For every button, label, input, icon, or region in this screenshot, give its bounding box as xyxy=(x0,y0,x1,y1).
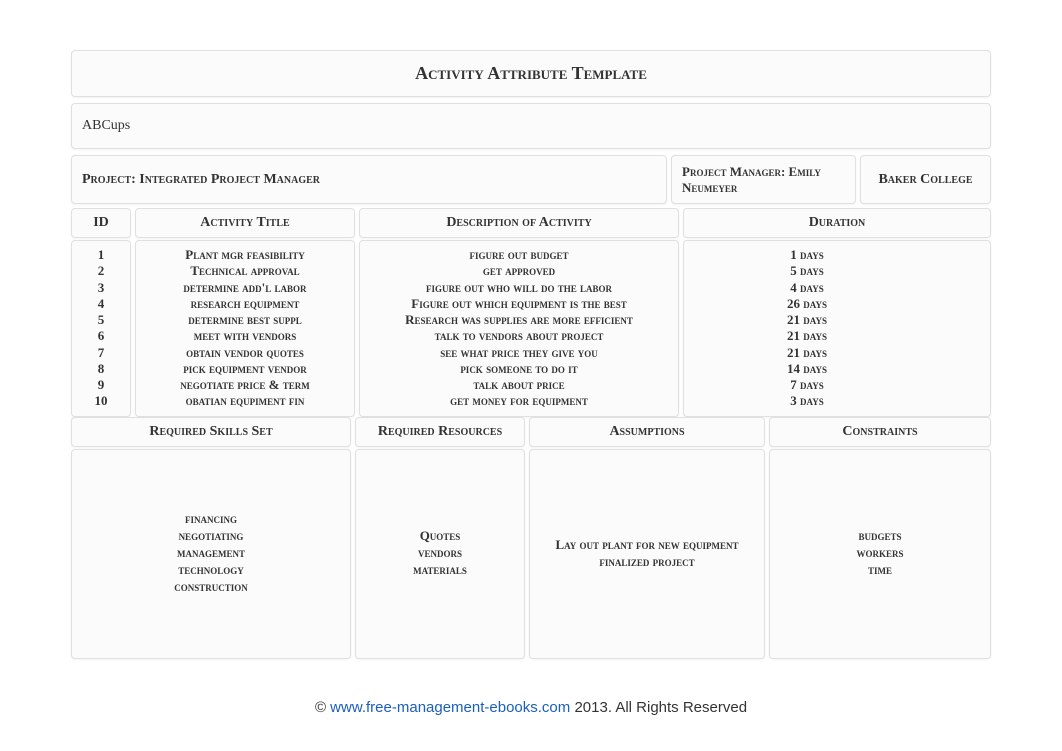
activity-title: pick equipment vendor xyxy=(136,361,354,377)
activity-id: 5 xyxy=(72,312,130,328)
activity-title: obtain vendor quotes xyxy=(136,345,354,361)
activity-id: 1 xyxy=(72,247,130,263)
skill-item: negotiating xyxy=(179,528,244,545)
assumption-item: finalized project xyxy=(599,554,694,571)
resource-item: materials xyxy=(413,562,467,579)
activity-desc: Research was supplies are more efficient xyxy=(360,312,678,328)
template-container: Activity Attribute Template ABCups Proje… xyxy=(71,50,991,659)
header-desc: Description of Activity xyxy=(359,208,679,238)
activity-duration: 21 days xyxy=(684,345,990,361)
footer: © www.free-management-ebooks.com 2013. A… xyxy=(20,699,1042,716)
footer-link[interactable]: www.free-management-ebooks.com xyxy=(330,699,570,716)
bottom-body: financingnegotiatingmanagementtechnology… xyxy=(71,449,991,659)
activity-title: obatian equpiment fin xyxy=(136,393,354,409)
activity-desc: get money for equipment xyxy=(360,393,678,409)
activity-title: negotiate price & term xyxy=(136,377,354,393)
activity-id: 6 xyxy=(72,328,130,344)
copyright-symbol: © xyxy=(315,699,326,716)
activity-id: 9 xyxy=(72,377,130,393)
college-label: Baker College xyxy=(860,155,991,204)
project-name: ABCups xyxy=(71,103,991,149)
manager-label: Project Manager: Emily Neumeyer xyxy=(671,155,856,204)
constraints-box: budgetsworkerstime xyxy=(769,449,991,659)
header-resources: Required Resources xyxy=(355,417,525,447)
info-row: Project: Integrated Project Manager Proj… xyxy=(71,155,991,204)
header-id: ID xyxy=(71,208,131,238)
skill-item: construction xyxy=(174,579,248,596)
activity-id: 7 xyxy=(72,345,130,361)
activity-title: determine best suppl xyxy=(136,312,354,328)
activity-duration: 21 days xyxy=(684,328,990,344)
activity-id: 4 xyxy=(72,296,130,312)
header-duration: Duration xyxy=(683,208,991,238)
constraint-item: budgets xyxy=(858,528,901,545)
footer-text: 2013. All Rights Reserved xyxy=(574,699,747,716)
skill-item: management xyxy=(177,545,245,562)
activity-title: meet with vendors xyxy=(136,328,354,344)
activity-id: 8 xyxy=(72,361,130,377)
activity-title: Technical approval xyxy=(136,263,354,279)
skill-item: technology xyxy=(178,562,244,579)
activity-desc: Figure out which equipment is the best xyxy=(360,296,678,312)
activity-duration: 1 days xyxy=(684,247,990,263)
activities-table: ID Activity Title Description of Activit… xyxy=(71,208,991,417)
activity-title: research equipment xyxy=(136,296,354,312)
activity-title: determine add'l labor xyxy=(136,280,354,296)
resource-item: vendors xyxy=(418,545,462,562)
activity-desc: get approved xyxy=(360,263,678,279)
resources-box: Quotesvendorsmaterials xyxy=(355,449,525,659)
activity-id: 10 xyxy=(72,393,130,409)
template-title: Activity Attribute Template xyxy=(71,50,991,97)
activity-duration: 4 days xyxy=(684,280,990,296)
activity-duration: 3 days xyxy=(684,393,990,409)
assumption-item: Lay out plant for new equipment xyxy=(555,537,738,554)
constraint-item: workers xyxy=(856,545,903,562)
bottom-header: Required Skills Set Required Resources A… xyxy=(71,417,991,447)
activity-id: 2 xyxy=(72,263,130,279)
activity-title: Plant mgr feasibility xyxy=(136,247,354,263)
skills-box: financingnegotiatingmanagementtechnology… xyxy=(71,449,351,659)
activity-duration: 26 days xyxy=(684,296,990,312)
activities-header: ID Activity Title Description of Activit… xyxy=(71,208,991,238)
skill-item: financing xyxy=(185,511,237,528)
assumptions-box: Lay out plant for new equipmentfinalized… xyxy=(529,449,765,659)
activity-desc: talk to vendors about project xyxy=(360,328,678,344)
header-constraints: Constraints xyxy=(769,417,991,447)
activity-desc: figure out budget xyxy=(360,247,678,263)
activity-id: 3 xyxy=(72,280,130,296)
activity-desc: figure out who will do the labor xyxy=(360,280,678,296)
activity-duration: 21 days xyxy=(684,312,990,328)
bottom-section: Required Skills Set Required Resources A… xyxy=(71,417,991,659)
activity-duration: 7 days xyxy=(684,377,990,393)
activity-desc: talk about price xyxy=(360,377,678,393)
header-skills: Required Skills Set xyxy=(71,417,351,447)
header-assumptions: Assumptions xyxy=(529,417,765,447)
project-label: Project: Integrated Project Manager xyxy=(71,155,667,204)
activity-desc: see what price they give you xyxy=(360,345,678,361)
constraint-item: time xyxy=(868,562,892,579)
activity-duration: 14 days xyxy=(684,361,990,377)
activity-duration: 5 days xyxy=(684,263,990,279)
activities-body: 12345678910 Plant mgr feasibilityTechnic… xyxy=(71,240,991,417)
activity-desc: pick someone to do it xyxy=(360,361,678,377)
resource-item: Quotes xyxy=(420,528,461,545)
header-title: Activity Title xyxy=(135,208,355,238)
